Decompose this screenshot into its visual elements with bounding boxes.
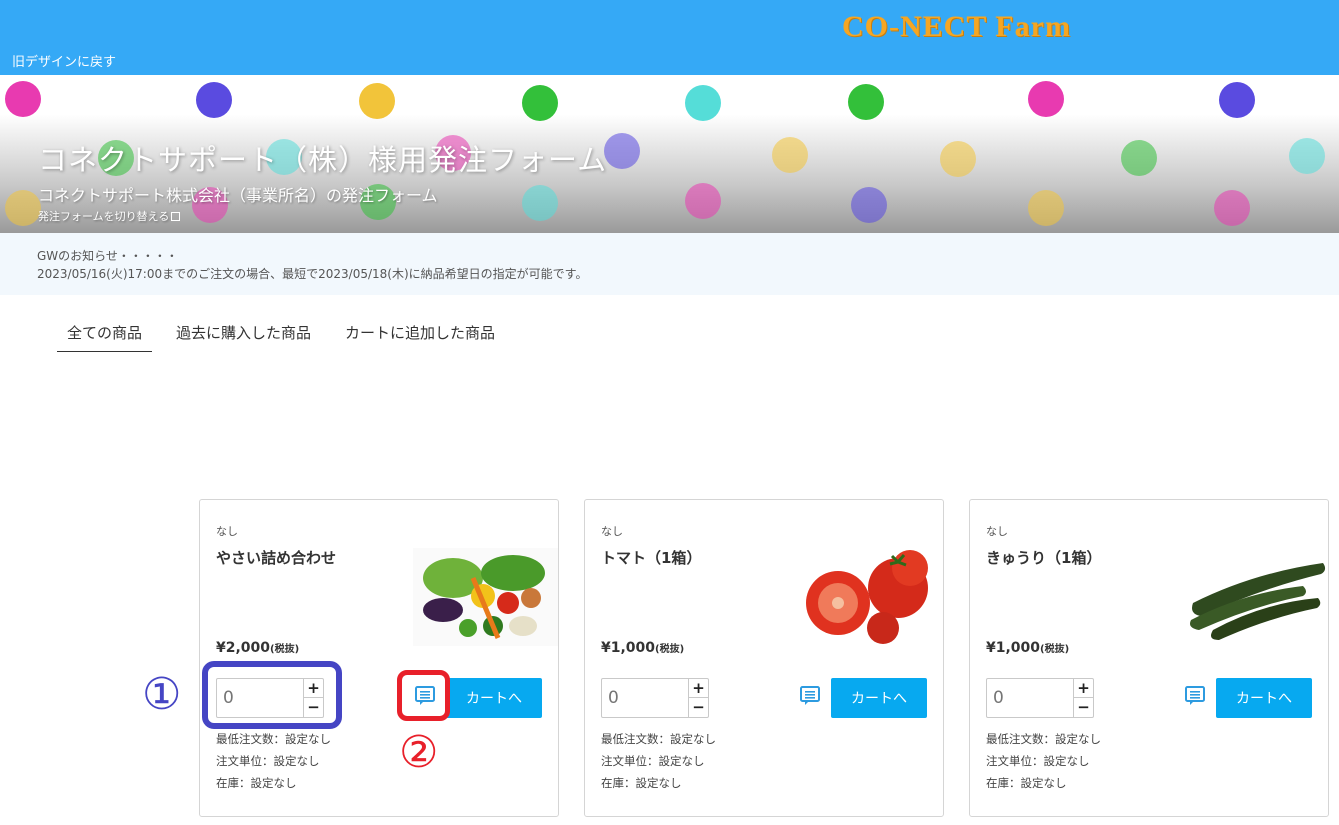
brand-logo: CO-NECT Farm	[842, 10, 1071, 43]
tomato-image	[798, 548, 943, 646]
decor-dot	[196, 82, 232, 118]
switch-form-link[interactable]: 発注フォームを切り替える	[38, 208, 181, 224]
order-unit-text: 注文単位：設定なし	[216, 754, 320, 768]
product-name: きゅうり（1箱）	[986, 549, 1102, 567]
product-tag: なし	[601, 525, 623, 538]
min-order-text: 最低注文数：設定なし	[986, 732, 1101, 746]
quantity-minus-button[interactable]: −	[1073, 698, 1093, 717]
quantity-input[interactable]	[987, 679, 1073, 717]
quantity-input[interactable]	[602, 679, 688, 717]
external-link-icon	[171, 212, 181, 221]
decor-dot	[5, 190, 41, 226]
tab-cart-products[interactable]: カートに追加した商品	[335, 322, 505, 352]
decor-dot	[359, 83, 395, 119]
comment-icon[interactable]	[799, 685, 821, 707]
product-tag: なし	[216, 525, 238, 538]
product-price: ¥2,000(税抜)	[216, 640, 300, 656]
comment-icon[interactable]	[1184, 685, 1206, 707]
add-to-cart-button[interactable]: カートへ	[1216, 678, 1312, 718]
min-order-text: 最低注文数：設定なし	[216, 732, 331, 746]
old-design-link[interactable]: 旧デザインに戻す	[12, 51, 116, 70]
product-card: なし きゅうり（1箱） ¥1,000(税抜) + − カートへ 最低注文数：設定…	[969, 499, 1329, 817]
quantity-stepper: + −	[601, 678, 709, 718]
decor-dot	[604, 133, 640, 169]
vegetable-assortment-image	[413, 548, 558, 646]
notice-panel: GWのお知らせ・・・・・ 2023/05/16(火)17:00までのご注文の場合…	[0, 233, 1339, 295]
annotation-box-comment	[397, 670, 450, 721]
decor-dot	[685, 183, 721, 219]
cucumber-image	[1183, 548, 1328, 646]
annotation-number-two: ②	[399, 727, 439, 778]
order-unit-text: 注文単位：設定なし	[986, 754, 1090, 768]
notice-text: 2023/05/16(火)17:00までのご注文の場合、最短で2023/05/1…	[37, 267, 588, 281]
decor-dot	[1219, 82, 1255, 118]
page-title: コネクトサポート（株）様用発注フォーム	[38, 143, 608, 177]
product-tag: なし	[986, 525, 1008, 538]
decor-dot	[772, 137, 808, 173]
quantity-minus-button[interactable]: −	[688, 698, 708, 717]
decor-dot	[1028, 190, 1064, 226]
decor-dot	[1214, 190, 1250, 226]
quantity-plus-button[interactable]: +	[1073, 679, 1093, 698]
order-unit-text: 注文単位：設定なし	[601, 754, 705, 768]
hero-banner: コネクトサポート（株）様用発注フォーム コネクトサポート株式会社（事業所名）の発…	[0, 75, 1339, 233]
decor-dot	[851, 187, 887, 223]
decor-dot	[940, 141, 976, 177]
stock-text: 在庫：設定なし	[216, 776, 297, 790]
notice-title: GWのお知らせ・・・・・	[37, 249, 178, 263]
product-price: ¥1,000(税抜)	[601, 640, 685, 656]
decor-dot	[522, 85, 558, 121]
switch-form-label: 発注フォームを切り替える	[38, 210, 170, 223]
decor-dot	[5, 81, 41, 117]
decor-dot	[522, 185, 558, 221]
tab-purchased-products[interactable]: 過去に購入した商品	[166, 322, 321, 352]
add-to-cart-button[interactable]: カートへ	[446, 678, 542, 718]
quantity-plus-button[interactable]: +	[688, 679, 708, 698]
annotation-box-quantity	[202, 661, 342, 729]
product-name: やさい詰め合わせ	[216, 549, 337, 567]
stock-text: 在庫：設定なし	[601, 776, 682, 790]
product-card: なし トマト（1箱） ¥1,000(税抜) + − カートへ 最低注文数：設定な…	[584, 499, 944, 817]
tab-all-products[interactable]: 全ての商品	[57, 322, 153, 352]
decor-dot	[848, 84, 884, 120]
decor-dot	[685, 85, 721, 121]
product-price: ¥1,000(税抜)	[986, 640, 1070, 656]
add-to-cart-button[interactable]: カートへ	[831, 678, 927, 718]
product-tabs: 全ての商品 過去に購入した商品 カートに追加した商品	[57, 322, 519, 352]
product-name: トマト（1箱）	[601, 549, 702, 567]
page-subtitle: コネクトサポート株式会社（事業所名）の発注フォーム	[38, 186, 438, 205]
annotation-number-one: ①	[142, 669, 182, 720]
decor-dot	[1289, 138, 1325, 174]
top-bar: CO-NECT Farm 旧デザインに戻す	[0, 0, 1339, 75]
stock-text: 在庫：設定なし	[986, 776, 1067, 790]
min-order-text: 最低注文数：設定なし	[601, 732, 716, 746]
decor-dot	[1028, 81, 1064, 117]
quantity-stepper: + −	[986, 678, 1094, 718]
decor-dot	[1121, 140, 1157, 176]
product-card: なし やさい詰め合わせ ¥2,000(税抜) + − カートへ 最低注文数：設定…	[199, 499, 559, 817]
